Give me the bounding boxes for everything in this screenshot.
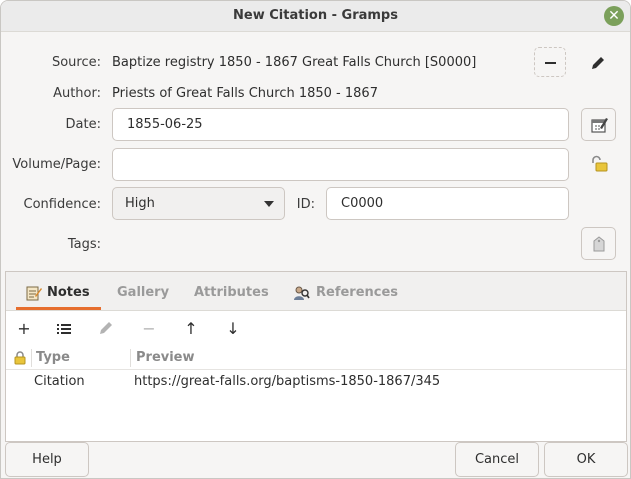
column-separator	[130, 349, 131, 367]
ok-button[interactable]: OK	[544, 442, 628, 477]
private-padlock-icon	[14, 351, 26, 365]
date-field[interactable]: 1855-06-25	[112, 108, 569, 141]
add-note-button[interactable]: +	[15, 320, 33, 338]
tab-bar: Notes Gallery Attributes References	[6, 272, 626, 311]
remove-icon: −	[142, 319, 156, 338]
remove-note-button[interactable]: −	[140, 320, 158, 338]
notes-table-header: Type Preview	[6, 347, 626, 370]
chevron-down-icon	[264, 201, 274, 207]
privacy-toggle[interactable]	[589, 155, 609, 173]
tab-attributes[interactable]: Attributes	[194, 285, 269, 300]
titlebar: New Citation - Gramps ✕	[1, 1, 630, 32]
dialog-window: New Citation - Gramps ✕ Source: Baptize …	[0, 0, 631, 479]
edit-source-button[interactable]	[589, 54, 607, 72]
note-type-cell: Citation	[34, 374, 85, 389]
close-icon: ✕	[608, 8, 620, 24]
volume-page-label: Volume/Page:	[12, 157, 101, 172]
close-button[interactable]: ✕	[604, 6, 624, 26]
volume-page-field[interactable]	[112, 148, 569, 181]
move-up-button[interactable]: ↑	[182, 320, 200, 338]
column-header-preview[interactable]: Preview	[136, 350, 195, 365]
date-editor-button[interactable]	[581, 108, 616, 141]
tag-icon	[593, 236, 604, 252]
tab-gallery[interactable]: Gallery	[117, 285, 169, 300]
move-up-icon: ↑	[184, 319, 198, 338]
help-button[interactable]: Help	[5, 442, 89, 477]
edit-icon	[100, 322, 112, 334]
author-label: Author:	[53, 86, 101, 101]
active-tab-indicator	[16, 307, 101, 310]
minus-icon	[545, 62, 556, 64]
move-down-icon: ↓	[226, 319, 240, 338]
table-row[interactable]: Citation https://great-falls.org/baptism…	[6, 371, 626, 393]
add-icon: +	[17, 319, 31, 338]
id-field[interactable]: C0000	[326, 187, 569, 220]
tab-references-label: References	[316, 285, 399, 300]
notebook: Notes Gallery Attributes References + − …	[5, 271, 627, 442]
confidence-dropdown[interactable]: High	[112, 187, 285, 220]
tab-notes[interactable]: Notes	[26, 285, 90, 301]
move-down-button[interactable]: ↓	[224, 320, 242, 338]
tab-notes-label: Notes	[47, 285, 90, 300]
source-value: Baptize registry 1850 - 1867 Great Falls…	[112, 55, 477, 70]
column-header-type[interactable]: Type	[36, 350, 70, 365]
id-label: ID:	[296, 197, 315, 212]
references-icon	[294, 286, 310, 300]
column-separator	[31, 349, 32, 367]
author-value: Priests of Great Falls Church 1850 - 186…	[112, 86, 378, 101]
confidence-value: High	[125, 196, 155, 211]
share-existing-icon	[57, 324, 71, 334]
note-preview-cell: https://great-falls.org/baptisms-1850-18…	[134, 374, 441, 389]
unlocked-padlock-icon	[592, 155, 608, 172]
notes-icon	[26, 286, 42, 301]
cancel-button[interactable]: Cancel	[455, 442, 539, 477]
tab-references[interactable]: References	[293, 285, 398, 300]
confidence-label: Confidence:	[23, 197, 101, 212]
remove-source-button[interactable]	[534, 47, 566, 77]
calendar-icon	[590, 118, 608, 133]
window-title: New Citation - Gramps	[233, 8, 398, 23]
pencil-icon	[592, 57, 604, 69]
edit-note-button[interactable]	[98, 320, 116, 338]
notes-toolbar: + − ↑ ↓	[6, 311, 626, 346]
date-label: Date:	[65, 117, 101, 132]
edit-tags-button[interactable]	[581, 227, 616, 260]
share-existing-note-button[interactable]	[56, 320, 74, 338]
tags-label: Tags:	[67, 237, 101, 252]
source-label: Source:	[51, 55, 101, 70]
